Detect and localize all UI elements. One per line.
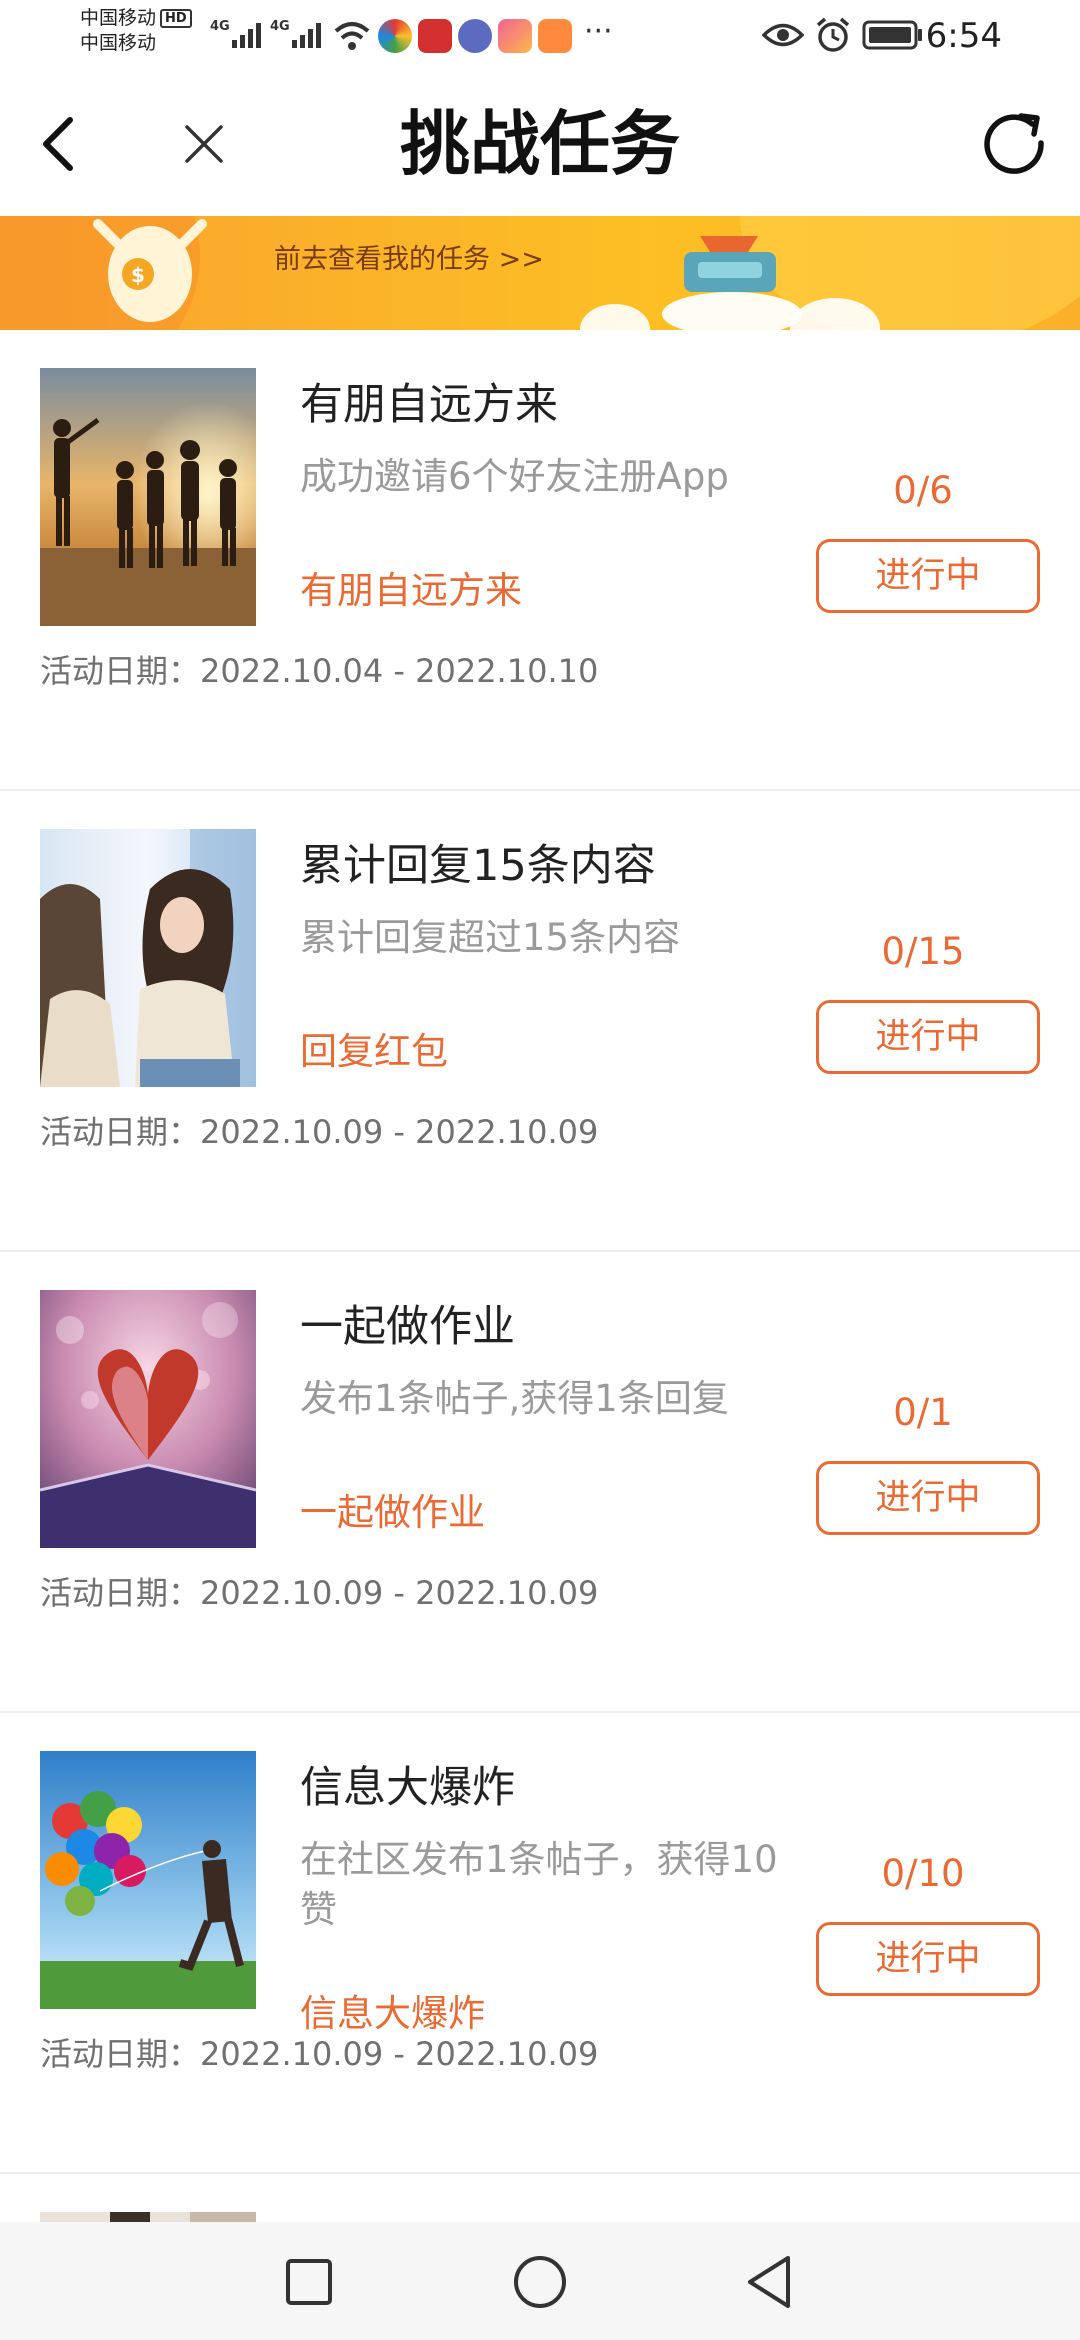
task-status-button[interactable]: 进行中 xyxy=(816,1461,1040,1535)
eye-icon xyxy=(762,23,804,47)
task-thumbnail xyxy=(40,368,256,626)
task-description: 发布1条帖子,获得1条回复 xyxy=(300,1377,729,1420)
page-title: 挑战任务 xyxy=(400,103,680,185)
music-app-icon xyxy=(458,19,492,53)
rocket-icon xyxy=(662,236,802,330)
back-button[interactable] xyxy=(22,108,94,180)
task-date: 活动日期：2022.10.04 - 2022.10.10 xyxy=(40,652,599,690)
my-tasks-banner[interactable]: $ 前去查看我的任务 >> xyxy=(0,216,1080,330)
task-item[interactable]: 有朋自远方来 成功邀请6个好友注册App 有朋自远方来 0/6 进行中 活动日期… xyxy=(0,330,1080,791)
refresh-icon xyxy=(984,113,1044,174)
svg-text:$: $ xyxy=(131,263,145,287)
task-status-button[interactable]: 进行中 xyxy=(816,539,1040,613)
net-label-1: 4G xyxy=(210,19,230,34)
nav-bar: 挑战任务 xyxy=(0,72,1080,216)
close-icon xyxy=(185,125,223,163)
signal-icon: 4G xyxy=(210,19,261,48)
system-back-button[interactable] xyxy=(735,2247,805,2317)
task-tag: 回复红包 xyxy=(300,1030,448,1073)
close-button[interactable] xyxy=(168,108,240,180)
task-status-button[interactable]: 进行中 xyxy=(816,1922,1040,1996)
clock: 6:54 xyxy=(925,16,1002,56)
net-label-2: 4G xyxy=(270,19,290,34)
task-progress: 0/15 xyxy=(881,930,965,973)
circle-icon xyxy=(514,2256,566,2308)
task-status-button[interactable]: 进行中 xyxy=(816,1000,1040,1074)
alarm-icon xyxy=(816,17,850,52)
system-navigation-bar xyxy=(0,2222,1080,2340)
task-tag: 一起做作业 xyxy=(300,1491,485,1534)
wifi-icon xyxy=(334,22,370,50)
task-thumbnail xyxy=(40,1290,256,1548)
task-item[interactable]: 信息大爆炸 在社区发布1条帖子，获得10赞 信息大爆炸 0/10 进行中 活动日… xyxy=(0,1713,1080,2174)
carrier-top: 中国移动 xyxy=(80,7,157,29)
chevron-left-icon xyxy=(43,117,73,171)
carrier-bottom: 中国移动 xyxy=(80,32,157,54)
task-date: 活动日期：2022.10.09 - 2022.10.09 xyxy=(40,1574,599,1612)
task-progress: 0/10 xyxy=(881,1852,965,1895)
task-progress: 0/6 xyxy=(893,469,953,512)
status-bar: 中国移动 HD 中国移动 4G 4G ··· 6:54 xyxy=(0,0,1080,72)
task-title: 一起做作业 xyxy=(300,1302,515,1352)
task-tag: 有朋自远方来 xyxy=(300,569,522,612)
home-button[interactable] xyxy=(505,2247,575,2317)
task-date: 活动日期：2022.10.09 - 2022.10.09 xyxy=(40,1113,599,1151)
page: 中国移动 HD 中国移动 4G 4G ··· 6:54 挑战任务 $ 前去查看我… xyxy=(0,0,1080,2340)
task-thumbnail xyxy=(40,829,256,1087)
task-description: 在社区发布1条帖子，获得10赞 xyxy=(300,1838,778,1931)
more-notifications: ··· xyxy=(584,14,613,49)
task-item[interactable]: 一起做作业 发布1条帖子,获得1条回复 一起做作业 0/1 进行中 活动日期：2… xyxy=(0,1252,1080,1713)
video-app-icon xyxy=(538,19,572,53)
app-notification-icon xyxy=(378,19,412,53)
hd-badge: HD xyxy=(160,9,192,28)
signal-icon-2: 4G xyxy=(270,19,321,48)
task-progress: 0/1 xyxy=(893,1391,953,1434)
task-title: 信息大爆炸 xyxy=(300,1763,515,1813)
recents-button[interactable] xyxy=(274,2247,344,2317)
task-description: 成功邀请6个好友注册App xyxy=(300,455,729,498)
task-thumbnail xyxy=(40,1751,256,2009)
view-my-tasks-link[interactable]: 前去查看我的任务 >> xyxy=(274,242,544,278)
book-app-icon xyxy=(418,19,452,53)
mascot-icon: $ xyxy=(93,219,207,322)
shop-app-icon xyxy=(498,19,532,53)
carrier-info: 中国移动 HD 中国移动 xyxy=(80,6,192,56)
task-title: 有朋自远方来 xyxy=(300,380,558,430)
square-icon xyxy=(286,2259,332,2305)
task-description: 累计回复超过15条内容 xyxy=(300,916,681,959)
task-date: 活动日期：2022.10.09 - 2022.10.09 xyxy=(40,2035,599,2073)
battery-icon xyxy=(862,20,922,50)
task-title: 累计回复15条内容 xyxy=(300,841,656,891)
triangle-back-icon xyxy=(748,2256,790,2308)
task-item[interactable]: 累计回复15条内容 累计回复超过15条内容 回复红包 0/15 进行中 活动日期… xyxy=(0,791,1080,1252)
refresh-button[interactable] xyxy=(976,105,1052,181)
task-list: 有朋自远方来 成功邀请6个好友注册App 有朋自远方来 0/6 进行中 活动日期… xyxy=(0,330,1080,2294)
